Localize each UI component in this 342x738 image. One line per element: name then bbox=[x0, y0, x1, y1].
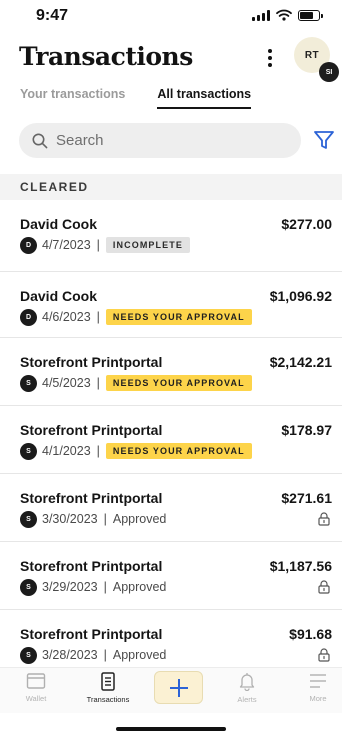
merchant-avatar: S bbox=[20, 578, 37, 596]
merchant-avatar: D bbox=[20, 236, 37, 254]
status-text: Approved bbox=[112, 648, 167, 662]
transaction-amount: $91.68 bbox=[289, 626, 332, 642]
transaction-amount: $271.61 bbox=[281, 490, 332, 506]
separator: | bbox=[96, 238, 100, 252]
transaction-amount: $2,142.21 bbox=[269, 354, 332, 370]
transaction-amount: $277.00 bbox=[281, 216, 332, 232]
separator: | bbox=[103, 580, 107, 594]
transaction-row[interactable]: Storefront Printportal $178.97 S 4/1/202… bbox=[0, 406, 342, 474]
search-bar[interactable] bbox=[19, 123, 301, 158]
sub-avatar: SI bbox=[319, 62, 339, 82]
transaction-row[interactable]: Storefront Printportal $2,142.21 S 4/5/2… bbox=[0, 338, 342, 406]
tab-your-transactions[interactable]: Your transactions bbox=[20, 87, 125, 109]
wifi-icon bbox=[276, 9, 292, 21]
transaction-row[interactable]: Storefront Printportal $1,187.56 S 3/29/… bbox=[0, 542, 342, 610]
transaction-meta: S 4/5/2023 | NEEDS YOUR APPROVAL bbox=[20, 374, 252, 392]
transaction-date: 3/30/2023 bbox=[42, 512, 98, 526]
status-time: 9:47 bbox=[36, 7, 69, 24]
separator: | bbox=[103, 512, 107, 526]
status-badge: NEEDS YOUR APPROVAL bbox=[105, 443, 252, 459]
merchant-avatar: S bbox=[20, 646, 37, 664]
nav-label: More bbox=[309, 694, 327, 703]
transaction-amount: $178.97 bbox=[281, 422, 332, 438]
more-options-icon[interactable] bbox=[263, 46, 277, 70]
signal-icon bbox=[252, 9, 270, 21]
status-badge: INCOMPLETE bbox=[105, 237, 190, 253]
merchant-name: Storefront Printportal bbox=[20, 626, 163, 642]
merchant-avatar: S bbox=[20, 374, 37, 392]
separator: | bbox=[96, 310, 100, 324]
merchant-name: Storefront Printportal bbox=[20, 490, 163, 506]
merchant-name: Storefront Printportal bbox=[20, 354, 163, 370]
menu-icon bbox=[310, 674, 326, 688]
status-badge: NEEDS YOUR APPROVAL bbox=[105, 375, 252, 391]
page-title: Transactions bbox=[19, 42, 193, 71]
battery-icon bbox=[298, 9, 323, 21]
transaction-row[interactable]: David Cook $1,096.92 D 4/6/2023 | NEEDS … bbox=[0, 272, 342, 338]
nav-wallet[interactable]: Wallet bbox=[6, 672, 66, 703]
transaction-list: David Cook $277.00 D 4/7/2023 | INCOMPLE… bbox=[0, 200, 342, 678]
nav-more[interactable]: More bbox=[288, 672, 342, 703]
merchant-name: David Cook bbox=[20, 288, 98, 304]
transaction-date: 3/29/2023 bbox=[42, 580, 98, 594]
merchant-name: Storefront Printportal bbox=[20, 422, 163, 438]
merchant-avatar: S bbox=[20, 442, 37, 460]
status-text: Approved bbox=[112, 512, 167, 526]
transaction-row[interactable]: Storefront Printportal $271.61 S 3/30/20… bbox=[0, 474, 342, 542]
bottom-nav: Wallet Transactions Alerts More bbox=[0, 667, 342, 713]
transaction-meta: D 4/6/2023 | NEEDS YOUR APPROVAL bbox=[20, 308, 252, 326]
transaction-meta: S 3/29/2023 | Approved bbox=[20, 578, 166, 596]
transaction-amount: $1,187.56 bbox=[269, 558, 332, 574]
merchant-avatar: D bbox=[20, 308, 37, 326]
transaction-date: 4/1/2023 bbox=[42, 444, 91, 458]
nav-label: Wallet bbox=[25, 694, 47, 703]
nav-label: Alerts bbox=[237, 695, 257, 704]
receipt-icon bbox=[101, 672, 115, 691]
nav-label: Transactions bbox=[86, 695, 130, 704]
lock-icon bbox=[318, 648, 330, 662]
filter-button[interactable] bbox=[313, 128, 335, 152]
status-text: Approved bbox=[112, 580, 167, 594]
separator: | bbox=[96, 444, 100, 458]
nav-transactions[interactable]: Transactions bbox=[78, 672, 138, 704]
plus-icon bbox=[169, 678, 188, 697]
transaction-date: 3/28/2023 bbox=[42, 648, 98, 662]
tab-all-transactions[interactable]: All transactions bbox=[157, 87, 252, 109]
separator: | bbox=[96, 376, 100, 390]
wallet-icon bbox=[26, 673, 46, 689]
tab-bar: Your transactions All transactions bbox=[20, 87, 252, 109]
bell-icon bbox=[239, 673, 255, 691]
merchant-avatar: S bbox=[20, 510, 37, 528]
transaction-meta: S 3/28/2023 | Approved bbox=[20, 646, 166, 664]
lock-icon bbox=[318, 580, 330, 594]
transaction-row[interactable]: David Cook $277.00 D 4/7/2023 | INCOMPLE… bbox=[0, 200, 342, 272]
transaction-date: 4/7/2023 bbox=[42, 238, 91, 252]
status-bar: 9:47 bbox=[0, 0, 342, 34]
transaction-date: 4/6/2023 bbox=[42, 310, 91, 324]
section-header-cleared: CLEARED bbox=[0, 174, 342, 200]
transaction-date: 4/5/2023 bbox=[42, 376, 91, 390]
home-indicator bbox=[116, 727, 226, 731]
add-transaction-button[interactable] bbox=[154, 671, 203, 704]
transaction-meta: S 3/30/2023 | Approved bbox=[20, 510, 166, 528]
status-badge: NEEDS YOUR APPROVAL bbox=[105, 309, 252, 325]
status-icons bbox=[252, 9, 323, 21]
transaction-meta: S 4/1/2023 | NEEDS YOUR APPROVAL bbox=[20, 442, 252, 460]
lock-icon bbox=[318, 512, 330, 526]
merchant-name: David Cook bbox=[20, 216, 98, 232]
search-input[interactable] bbox=[56, 132, 276, 149]
search-icon bbox=[32, 133, 48, 148]
filter-icon bbox=[314, 131, 334, 149]
nav-alerts[interactable]: Alerts bbox=[217, 672, 277, 704]
transaction-meta: D 4/7/2023 | INCOMPLETE bbox=[20, 236, 190, 254]
separator: | bbox=[103, 648, 107, 662]
transaction-amount: $1,096.92 bbox=[269, 288, 332, 304]
merchant-name: Storefront Printportal bbox=[20, 558, 163, 574]
